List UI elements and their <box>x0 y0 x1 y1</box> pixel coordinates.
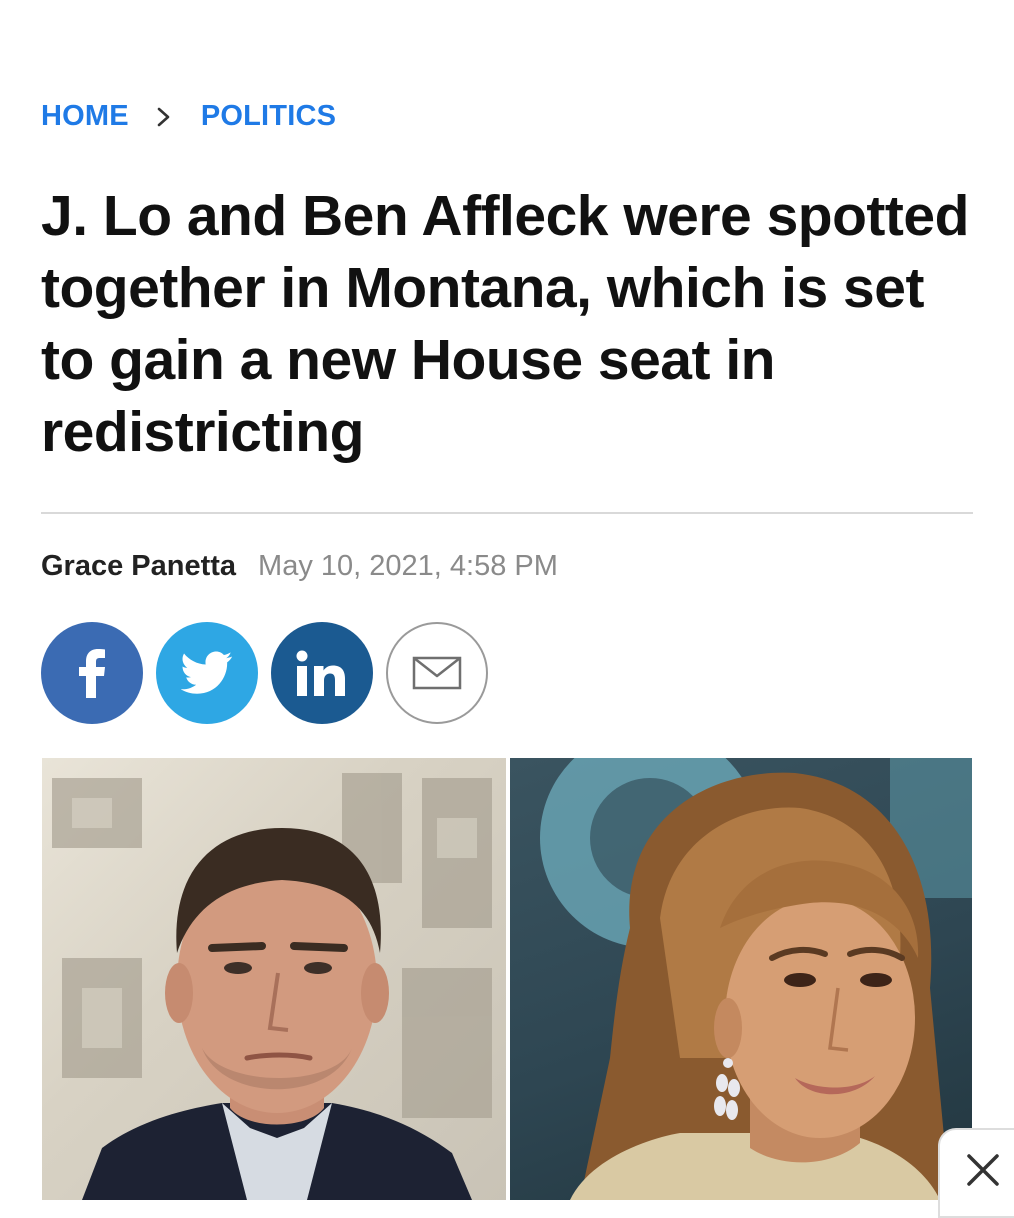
twitter-icon <box>181 651 233 694</box>
linkedin-icon <box>296 650 345 696</box>
close-icon <box>967 1154 999 1186</box>
breadcrumb-section-link[interactable]: POLITICS <box>201 100 336 133</box>
breadcrumb: HOME POLITICS <box>41 100 336 133</box>
woman-portrait-illustration <box>540 758 972 1200</box>
byline: Grace Panetta May 10, 2021, 4:58 PM <box>41 550 558 583</box>
hero-photo-right <box>510 758 972 1200</box>
hero-photo-left <box>42 758 506 1200</box>
author-name[interactable]: Grace Panetta <box>41 550 236 583</box>
man-portrait-illustration <box>52 773 492 1200</box>
close-ad-button[interactable] <box>938 1128 1014 1218</box>
twitter-share-button[interactable] <box>156 622 258 724</box>
linkedin-share-button[interactable] <box>271 622 373 724</box>
chevron-right-icon <box>157 107 170 126</box>
email-share-button[interactable] <box>386 622 488 724</box>
article-headline: J. Lo and Ben Affleck were spotted toget… <box>41 184 969 464</box>
share-bar <box>41 622 501 724</box>
email-icon <box>412 656 462 690</box>
facebook-icon <box>79 649 105 698</box>
divider <box>41 512 973 514</box>
breadcrumb-home-link[interactable]: HOME <box>41 100 129 133</box>
facebook-share-button[interactable] <box>41 622 143 724</box>
hero-image <box>42 758 972 1200</box>
publish-date: May 10, 2021, 4:58 PM <box>258 550 558 582</box>
